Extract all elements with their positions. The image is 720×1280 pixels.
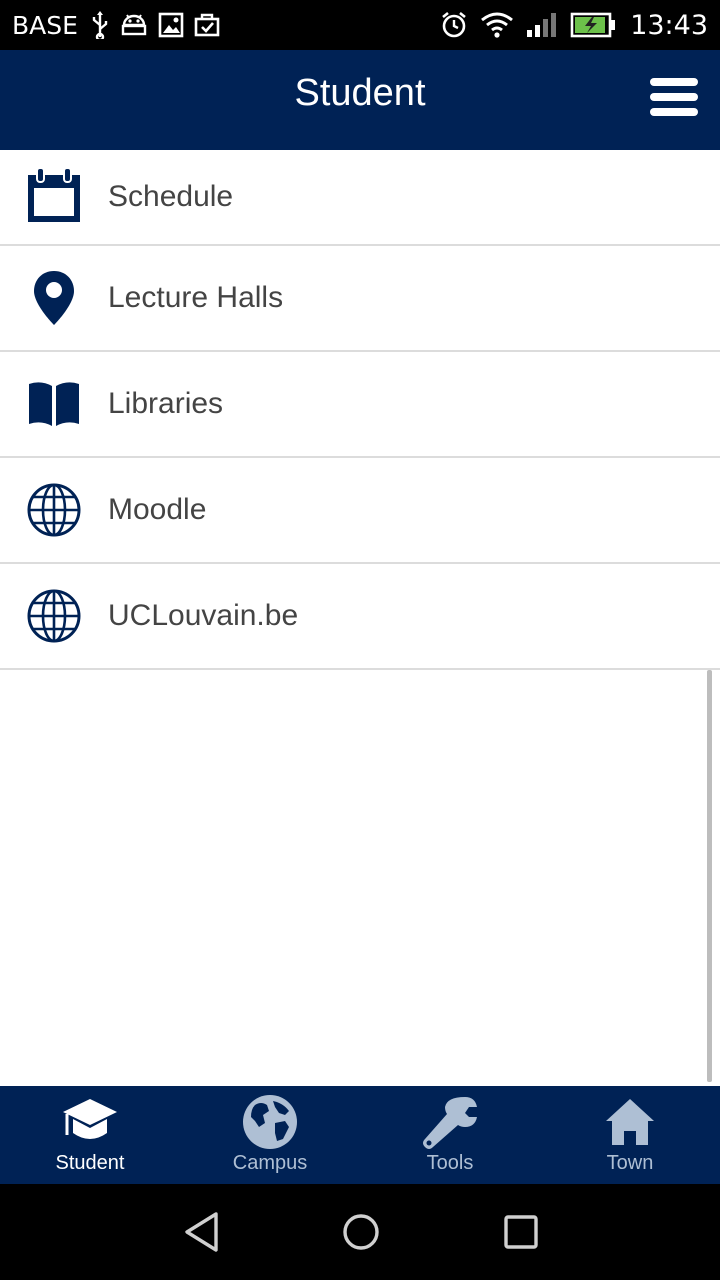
list-item-libraries[interactable]: Libraries [0,352,720,458]
tab-label: Tools [426,1152,474,1174]
wifi-icon [480,12,514,38]
wrench-icon [420,1092,480,1152]
scrollbar[interactable] [707,670,712,1082]
alarm-icon [440,11,468,39]
tab-student[interactable]: Student [0,1086,180,1184]
recents-button[interactable] [495,1206,547,1258]
status-bar-left: BASE [12,0,220,50]
recents-icon [504,1215,538,1249]
list-item-schedule[interactable]: Schedule [0,150,720,246]
image-icon [158,12,184,38]
book-icon [24,374,84,434]
usb-icon [90,11,110,39]
carrier-name: BASE [12,10,78,40]
page-title: Student [294,72,426,114]
list-item-label: Schedule [108,180,234,213]
system-nav-bar [0,1184,720,1280]
tab-label: Student [55,1152,125,1174]
list-item-uclouvain[interactable]: UCLouvain.be [0,564,720,670]
list-item-label: Libraries [108,387,224,420]
student-menu-list: Schedule Lecture Halls Libraries Moodle … [0,150,720,670]
tab-campus[interactable]: Campus [180,1086,360,1184]
list-item-label: UCLouvain.be [108,599,299,632]
tab-label: Town [606,1152,654,1174]
earth-icon [240,1092,300,1152]
tab-town[interactable]: Town [540,1086,720,1184]
status-bar: BASE 13:43 [0,0,720,50]
globe-icon [24,586,84,646]
map-pin-icon [24,268,84,328]
bottom-tab-bar: Student Campus Tools Town [0,1086,720,1184]
graduation-cap-icon [60,1092,120,1152]
back-icon [185,1212,218,1252]
android-debug-icon [120,13,148,37]
home-circle-icon [343,1214,379,1250]
list-item-moodle[interactable]: Moodle [0,458,720,564]
calendar-icon [24,167,84,227]
clock: 13:43 [630,9,708,41]
briefcase-check-icon [194,13,220,37]
hamburger-menu-icon [650,78,700,116]
app-bar: Student [0,50,720,150]
tab-label: Campus [232,1152,308,1174]
home-icon [600,1092,660,1152]
home-button[interactable] [335,1206,387,1258]
battery-charging-icon [570,12,616,38]
hamburger-menu-button[interactable] [650,78,700,122]
back-button[interactable] [176,1206,228,1258]
globe-icon [24,480,84,540]
list-item-label: Lecture Halls [108,281,284,314]
status-bar-right: 13:43 [440,0,708,50]
signal-icon [526,12,558,38]
list-item-label: Moodle [108,493,207,526]
list-item-lecture-halls[interactable]: Lecture Halls [0,246,720,352]
tab-tools[interactable]: Tools [360,1086,540,1184]
